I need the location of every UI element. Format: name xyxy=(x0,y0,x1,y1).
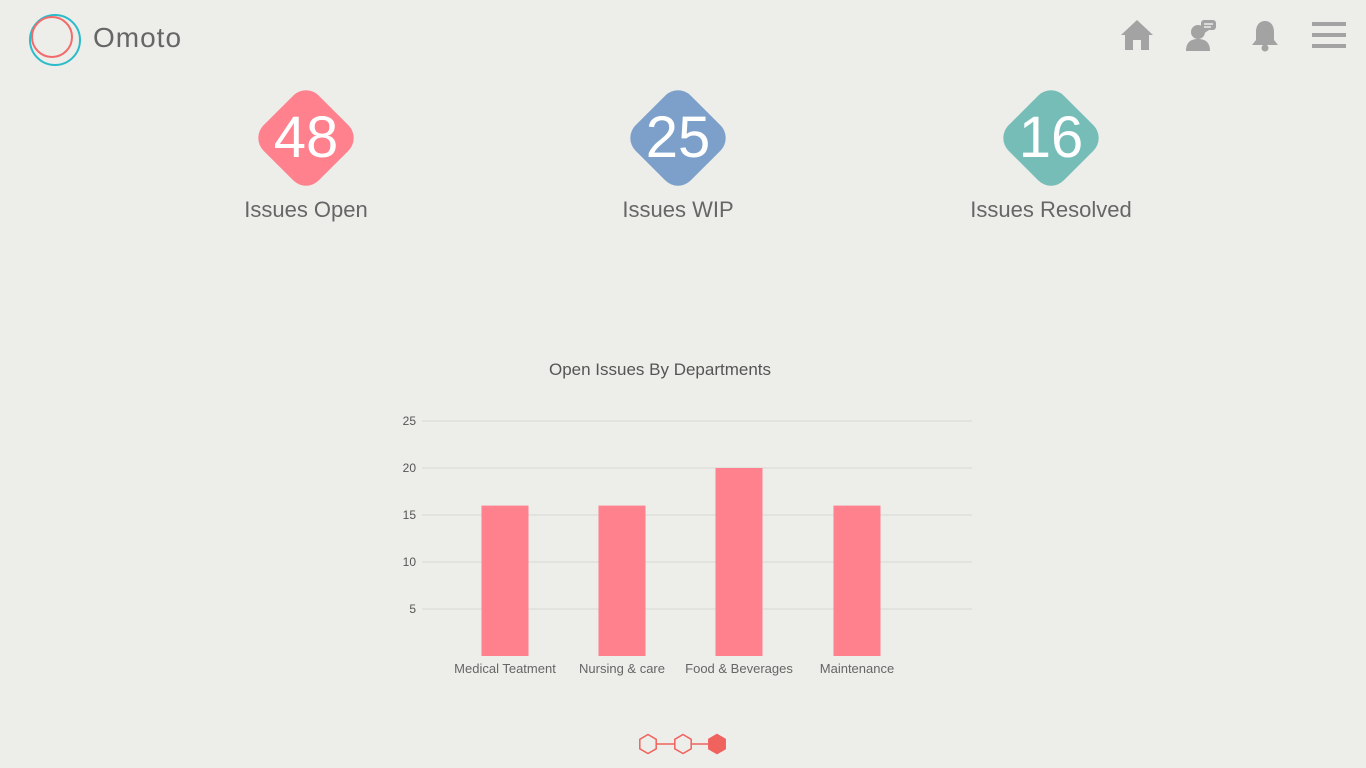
x-category-label: Food & Beverages xyxy=(685,661,793,676)
y-tick-label: 10 xyxy=(403,555,417,569)
x-category-label: Maintenance xyxy=(820,661,894,676)
bar[interactable] xyxy=(715,468,763,656)
pager-dot-1[interactable] xyxy=(639,733,657,755)
bar[interactable] xyxy=(481,505,529,656)
bar-chart: 5 10 15 20 25 Medical Teatment Nursing & care F… xyxy=(403,414,972,676)
y-tick-label: 20 xyxy=(403,461,417,475)
pager-dot-3[interactable] xyxy=(708,733,726,755)
x-category-label: Nursing & care xyxy=(579,661,665,676)
x-category-label: Medical Teatment xyxy=(454,661,556,676)
bar[interactable] xyxy=(598,505,646,656)
y-tick-label: 25 xyxy=(403,414,417,428)
bar[interactable] xyxy=(833,505,881,656)
y-tick-label: 15 xyxy=(403,508,417,522)
page-indicator xyxy=(639,733,726,755)
y-tick-label: 5 xyxy=(409,602,416,616)
pager-dot-2[interactable] xyxy=(674,733,692,755)
